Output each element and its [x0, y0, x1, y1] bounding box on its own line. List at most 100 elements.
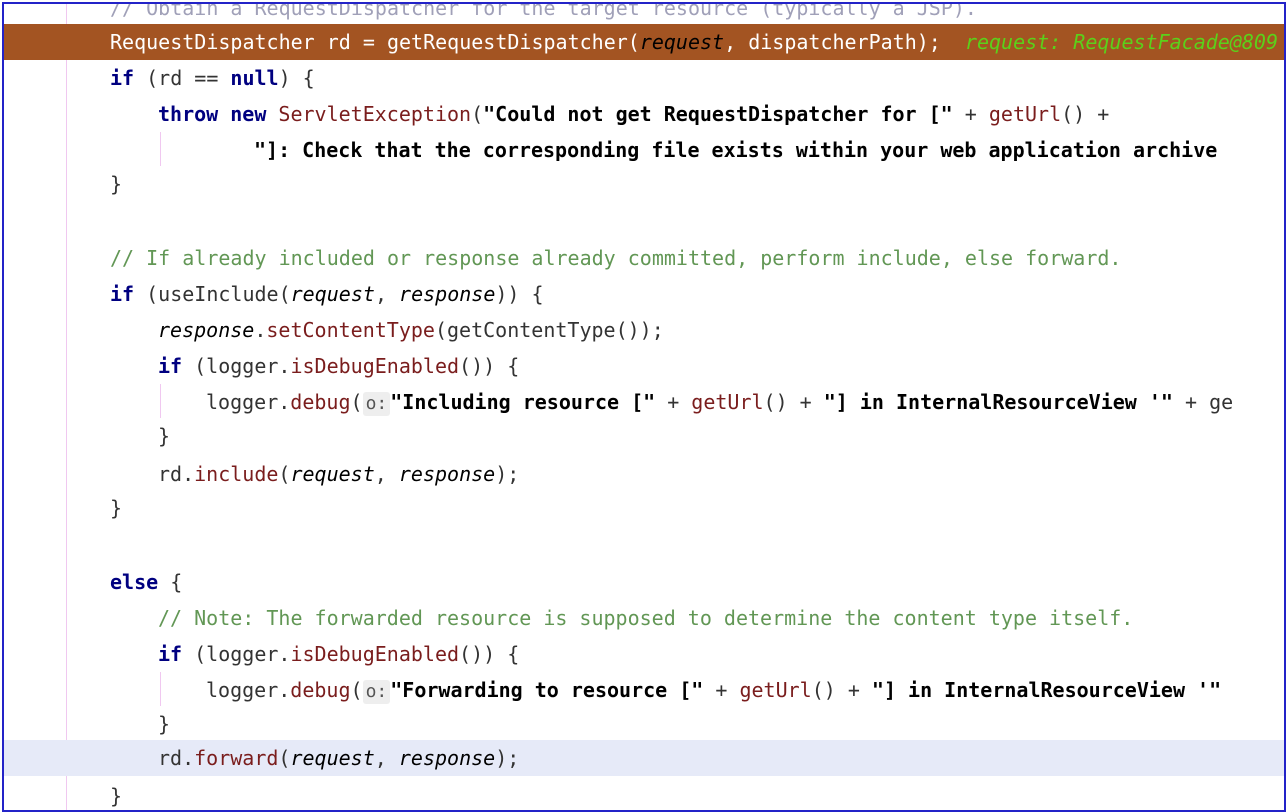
- code-text: else {: [110, 564, 182, 600]
- code-token: // Obtain a RequestDispatcher for the ta…: [110, 2, 977, 20]
- code-token: }: [110, 784, 123, 808]
- code-token: logger.: [206, 390, 291, 414]
- code-token: rd.: [158, 462, 195, 486]
- code-token: null: [230, 66, 279, 90]
- code-token: request: [290, 282, 375, 306]
- code-token: .: [254, 318, 267, 342]
- code-token: if: [158, 642, 183, 666]
- code-text: if (useInclude(request, response)) {: [110, 276, 544, 312]
- code-text: // Obtain a RequestDispatcher for the ta…: [110, 2, 977, 26]
- code-token: (logger.: [182, 354, 291, 378]
- code-token: response: [398, 462, 496, 486]
- code-token: () +: [1061, 102, 1110, 126]
- code-line[interactable]: }: [4, 490, 1284, 526]
- code-text: logger.debug(o: "Including resource [" + …: [206, 384, 1233, 420]
- code-token: }: [110, 496, 123, 520]
- code-token: response: [158, 318, 255, 342]
- code-line[interactable]: rd.forward(request, response);: [4, 740, 1284, 776]
- code-token: forward: [194, 746, 279, 770]
- code-text: RequestDispatcher rd = getRequestDispatc…: [110, 24, 1278, 60]
- code-token: }: [158, 424, 171, 448]
- code-token: ServletException: [278, 102, 472, 126]
- code-text: throw new ServletException("Could not ge…: [158, 96, 1109, 132]
- code-text: }: [158, 418, 170, 454]
- code-line[interactable]: "]: Check that the corresponding file ex…: [4, 132, 1284, 168]
- code-token: if: [110, 282, 135, 306]
- code-token: (: [278, 746, 291, 770]
- code-token: () +: [763, 390, 824, 414]
- code-text: response.setContentType(getContentType()…: [158, 312, 664, 348]
- code-token: "Forwarding to resource [": [390, 678, 704, 702]
- code-token: ,: [374, 282, 400, 306]
- code-line[interactable]: // Obtain a RequestDispatcher for the ta…: [4, 2, 1284, 26]
- code-line[interactable]: }: [4, 706, 1284, 742]
- parameter-hint: o:: [362, 680, 391, 704]
- code-token: {: [158, 570, 183, 594]
- code-line[interactable]: throw new ServletException("Could not ge…: [4, 96, 1284, 132]
- indent-guide: [160, 132, 161, 166]
- code-token: request: [290, 462, 375, 486]
- code-token: // Note: The forwarded resource is suppo…: [158, 606, 1134, 630]
- code-line[interactable]: RequestDispatcher rd = getRequestDispatc…: [4, 24, 1284, 60]
- code-token: else: [110, 570, 159, 594]
- code-line[interactable]: if (rd == null) {: [4, 60, 1284, 96]
- code-line[interactable]: logger.debug(o: "Forwarding to resource […: [4, 672, 1284, 708]
- code-line[interactable]: [4, 528, 1284, 564]
- code-token: response: [398, 746, 496, 770]
- indent-guide: [160, 672, 161, 706]
- code-token: "Including resource [": [390, 390, 656, 414]
- parameter-hint: o:: [362, 392, 391, 416]
- code-line[interactable]: [4, 202, 1284, 238]
- code-text: if (rd == null) {: [110, 60, 315, 96]
- code-token: (: [350, 678, 363, 702]
- code-token: ,: [374, 746, 399, 770]
- code-text: }: [110, 166, 122, 202]
- code-token: () +: [811, 678, 872, 702]
- code-text: }: [158, 706, 170, 742]
- code-token: ()) {: [459, 354, 520, 378]
- code-line[interactable]: }: [4, 778, 1284, 810]
- code-text: if (logger.isDebugEnabled()) {: [158, 636, 519, 672]
- code-line[interactable]: // If already included or response alrea…: [4, 240, 1284, 276]
- code-line[interactable]: }: [4, 166, 1284, 202]
- code-token: +: [952, 102, 989, 126]
- code-line[interactable]: if (logger.isDebugEnabled()) {: [4, 636, 1284, 672]
- code-token: , dispatcherPath);: [724, 30, 965, 54]
- code-text: }: [110, 490, 122, 526]
- indent-guide: [160, 384, 161, 418]
- code-token: // If already included or response alrea…: [110, 246, 1122, 270]
- code-token: getUrl: [691, 390, 764, 414]
- code-line[interactable]: if (useInclude(request, response)) {: [4, 276, 1284, 312]
- code-line[interactable]: if (logger.isDebugEnabled()) {: [4, 348, 1284, 384]
- code-token: (getContentType());: [434, 318, 664, 342]
- code-token: getUrl: [988, 102, 1062, 126]
- code-line[interactable]: }: [4, 418, 1284, 454]
- code-token: +: [655, 390, 692, 414]
- code-token: rd = getRequestDispatcher(: [314, 30, 640, 54]
- code-line[interactable]: else {: [4, 564, 1284, 600]
- code-text: logger.debug(o: "Forwarding to resource […: [206, 672, 1221, 708]
- code-token: }: [110, 172, 123, 196]
- code-token: request: [639, 30, 725, 54]
- code-token: debug: [290, 678, 351, 702]
- code-token: );: [495, 746, 520, 770]
- code-line[interactable]: response.setContentType(getContentType()…: [4, 312, 1284, 348]
- code-token: "] in InternalResourceView '": [871, 678, 1222, 702]
- code-token: "] in InternalResourceView '": [823, 390, 1173, 414]
- code-token: rd.: [158, 746, 195, 770]
- code-token: + ge: [1172, 390, 1234, 414]
- code-text: "]: Check that the corresponding file ex…: [254, 132, 1217, 168]
- code-token: "Could not get RequestDispatcher for [": [483, 102, 953, 126]
- code-line[interactable]: logger.debug(o: "Including resource [" + …: [4, 384, 1284, 420]
- code-token: request: [290, 746, 375, 770]
- code-token: +: [703, 678, 740, 702]
- code-text: if (logger.isDebugEnabled()) {: [158, 348, 519, 384]
- code-token: (: [350, 390, 363, 414]
- code-token: )) {: [495, 282, 544, 306]
- code-line[interactable]: // Note: The forwarded resource is suppo…: [4, 600, 1284, 636]
- code-token: isDebugEnabled: [290, 354, 460, 378]
- code-text: // Note: The forwarded resource is suppo…: [158, 600, 1133, 636]
- code-line[interactable]: rd.include(request, response);: [4, 456, 1284, 492]
- code-editor[interactable]: // Obtain a RequestDispatcher for the ta…: [2, 2, 1286, 812]
